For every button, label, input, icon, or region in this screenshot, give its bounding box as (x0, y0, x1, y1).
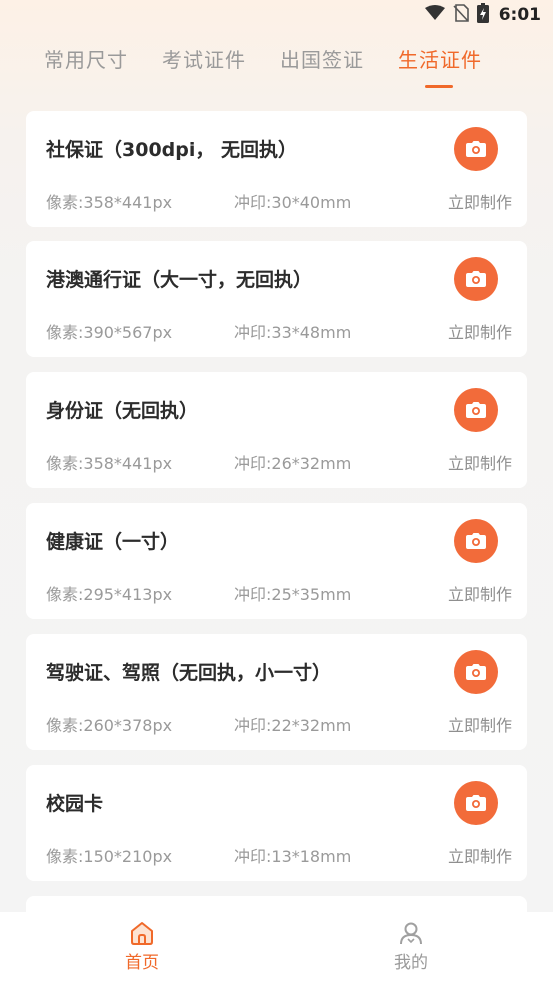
tab-exam-documents[interactable]: 考试证件 (162, 44, 246, 73)
status-time: 6:01 (498, 5, 541, 25)
wifi-icon (424, 5, 445, 25)
document-card[interactable]: 港澳通行证（大一寸，无回执） 像素:390*567px 冲印:33*48mm 立… (26, 241, 527, 357)
tab-visa[interactable]: 出国签证 (280, 44, 364, 73)
camera-icon (466, 402, 486, 418)
card-pixel-size: 像素:358*441px (46, 193, 173, 212)
make-now-link[interactable]: 立即制作 (448, 712, 512, 736)
card-title: 校园卡 (46, 793, 104, 815)
camera-icon (466, 141, 486, 157)
active-tab-indicator (425, 85, 453, 88)
status-bar: 6:01 (0, 0, 553, 30)
document-card[interactable]: 驾驶证、驾照（无回执，小一寸） 像素:260*378px 冲印:22*32mm … (26, 634, 527, 750)
camera-button[interactable] (454, 257, 498, 301)
document-card[interactable]: 社保证（300dpi， 无回执） 像素:358*441px 冲印:30*40mm… (26, 111, 527, 227)
card-print-size: 冲印:13*18mm (234, 847, 352, 866)
camera-icon (466, 271, 486, 287)
document-card[interactable]: 健康证（一寸） 像素:295*413px 冲印:25*35mm 立即制作 (26, 503, 527, 619)
camera-icon (466, 795, 486, 811)
document-card[interactable]: 校园卡 像素:150*210px 冲印:13*18mm 立即制作 (26, 765, 527, 881)
card-print-size: 冲印:30*40mm (234, 193, 352, 212)
make-now-link[interactable]: 立即制作 (448, 450, 512, 474)
camera-button[interactable] (454, 519, 498, 563)
card-print-size: 冲印:25*35mm (234, 585, 352, 604)
camera-button[interactable] (454, 388, 498, 432)
card-print-size: 冲印:26*32mm (234, 454, 352, 473)
tab-life-documents[interactable]: 生活证件 (398, 44, 482, 73)
nav-home-label: 首页 (125, 953, 159, 973)
category-tabs: 常用尺寸 考试证件 出国签证 生活证件 (0, 44, 553, 90)
bottom-navigation: 首页 我的 (0, 912, 553, 983)
make-now-link[interactable]: 立即制作 (448, 319, 512, 343)
camera-button[interactable] (454, 781, 498, 825)
card-title: 驾驶证、驾照（无回执，小一寸） (46, 662, 332, 684)
card-pixel-size: 像素:260*378px (46, 716, 173, 735)
card-pixel-size: 像素:358*441px (46, 454, 173, 473)
nav-home[interactable]: 首页 (102, 920, 182, 973)
nav-mine[interactable]: 我的 (371, 920, 451, 973)
camera-button[interactable] (454, 650, 498, 694)
tab-common-sizes[interactable]: 常用尺寸 (44, 44, 128, 73)
card-pixel-size: 像素:390*567px (46, 323, 173, 342)
card-title: 健康证（一寸） (46, 531, 180, 553)
camera-icon (466, 664, 486, 680)
nav-mine-label: 我的 (394, 953, 428, 973)
battery-icon (476, 3, 489, 27)
status-icons: 6:01 (424, 3, 541, 27)
home-icon (131, 922, 153, 945)
card-pixel-size: 像素:150*210px (46, 847, 173, 866)
camera-button[interactable] (454, 127, 498, 171)
card-title: 港澳通行证（大一寸，无回执） (46, 269, 313, 291)
make-now-link[interactable]: 立即制作 (448, 189, 512, 213)
no-sim-icon (453, 4, 469, 26)
card-pixel-size: 像素:295*413px (46, 585, 173, 604)
card-print-size: 冲印:33*48mm (234, 323, 352, 342)
user-icon (400, 922, 422, 945)
camera-icon (466, 533, 486, 549)
card-title: 社保证（300dpi， 无回执） (46, 139, 297, 161)
make-now-link[interactable]: 立即制作 (448, 843, 512, 867)
card-title: 身份证（无回执） (46, 400, 199, 422)
make-now-link[interactable]: 立即制作 (448, 581, 512, 605)
document-card[interactable]: 身份证（无回执） 像素:358*441px 冲印:26*32mm 立即制作 (26, 372, 527, 488)
card-print-size: 冲印:22*32mm (234, 716, 352, 735)
